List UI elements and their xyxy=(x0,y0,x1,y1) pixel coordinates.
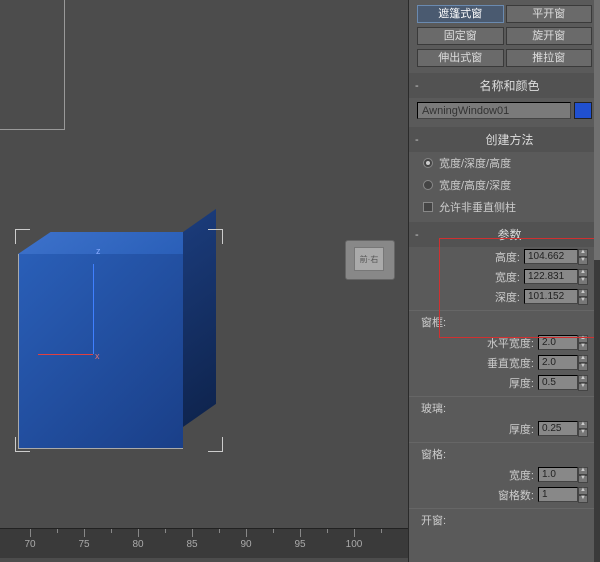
spinner-up[interactable]: ▲ xyxy=(578,289,588,297)
view-cube-face[interactable]: 前·右 xyxy=(354,247,384,271)
spinner-down[interactable]: ▼ xyxy=(578,363,588,371)
collapse-icon[interactable]: - xyxy=(415,80,425,92)
section-title: 参数 xyxy=(425,226,594,243)
spinner-down[interactable]: ▼ xyxy=(578,343,588,351)
selection-bracket xyxy=(15,229,30,244)
glass-thickness-label: 厚度: xyxy=(509,421,534,437)
spinner-up[interactable]: ▲ xyxy=(578,269,588,277)
collapse-icon[interactable]: - xyxy=(415,134,425,146)
checkbox-allow-nonvertical[interactable] xyxy=(423,202,433,212)
ruler-mark: 70 xyxy=(24,539,35,550)
ruler-mark: 95 xyxy=(294,539,305,550)
section-name-color[interactable]: - 名称和颜色 xyxy=(409,73,600,98)
ruler-mark: 75 xyxy=(78,539,89,550)
section-create-method[interactable]: - 创建方法 xyxy=(409,127,600,152)
radio-whd[interactable] xyxy=(423,180,433,190)
frame-hwidth-label: 水平宽度: xyxy=(487,335,534,351)
object-color-swatch[interactable] xyxy=(574,102,592,119)
window-type-projected[interactable]: 伸出式窗 xyxy=(417,49,504,67)
spinner-up[interactable]: ▲ xyxy=(578,355,588,363)
secondary-viewport-outline xyxy=(0,0,65,130)
collapse-icon[interactable]: - xyxy=(415,229,425,241)
window-type-fixed[interactable]: 固定窗 xyxy=(417,27,504,45)
spinner-down[interactable]: ▼ xyxy=(578,257,588,265)
grid-width-input[interactable] xyxy=(538,467,578,482)
checkbox-label: 允许非垂直侧柱 xyxy=(439,199,516,215)
frame-thickness-input[interactable] xyxy=(538,375,578,390)
view-cube[interactable]: 前·右 xyxy=(345,240,395,280)
grid-width-label: 宽度: xyxy=(509,467,534,483)
ruler-mark: 90 xyxy=(240,539,251,550)
param-width-label: 宽度: xyxy=(495,269,520,285)
param-width-input[interactable] xyxy=(524,269,578,284)
timeline-ruler[interactable]: 70 75 80 85 90 95 100 xyxy=(0,528,408,558)
param-depth-label: 深度: xyxy=(495,289,520,305)
group-open-window: 开窗: xyxy=(409,508,600,531)
cube-front-face xyxy=(18,254,183,449)
selection-bracket xyxy=(208,437,223,452)
section-title: 名称和颜色 xyxy=(425,77,594,94)
param-height-input[interactable] xyxy=(524,249,578,264)
param-depth-input[interactable] xyxy=(524,289,578,304)
spinner-up[interactable]: ▲ xyxy=(578,375,588,383)
ruler-mark: 80 xyxy=(132,539,143,550)
window-type-casement[interactable]: 平开窗 xyxy=(506,5,593,23)
spinner-down[interactable]: ▼ xyxy=(578,297,588,305)
gizmo-z-label: z xyxy=(96,246,101,256)
spinner-down[interactable]: ▼ xyxy=(578,383,588,391)
panel-scrollthumb[interactable] xyxy=(594,0,600,260)
command-panel: 遮篷式窗 平开窗 固定窗 旋开窗 伸出式窗 推拉窗 - 名称和颜色 - 创建方法… xyxy=(408,0,600,562)
frame-hwidth-input[interactable] xyxy=(538,335,578,350)
spinner-up[interactable]: ▲ xyxy=(578,487,588,495)
section-parameters[interactable]: - 参数 xyxy=(409,222,600,247)
group-grid: 窗格: xyxy=(409,442,600,465)
glass-thickness-input[interactable] xyxy=(538,421,578,436)
param-height-label: 高度: xyxy=(495,249,520,265)
radio-label: 宽度/高度/深度 xyxy=(439,177,511,193)
spinner-up[interactable]: ▲ xyxy=(578,467,588,475)
viewport[interactable]: z x 前·右 xyxy=(0,0,408,528)
frame-thickness-label: 厚度: xyxy=(509,375,534,391)
spinner-down[interactable]: ▼ xyxy=(578,429,588,437)
spinner-down[interactable]: ▼ xyxy=(578,475,588,483)
spinner-down[interactable]: ▼ xyxy=(578,495,588,503)
group-glass: 玻璃: xyxy=(409,396,600,419)
scene-object-cube[interactable]: z x xyxy=(18,254,216,449)
frame-vwidth-input[interactable] xyxy=(538,355,578,370)
panel-scrollbar[interactable] xyxy=(594,0,600,562)
spinner-down[interactable]: ▼ xyxy=(578,277,588,285)
radio-label: 宽度/深度/高度 xyxy=(439,155,511,171)
selection-bracket xyxy=(15,437,30,452)
gizmo-x-axis[interactable] xyxy=(38,354,93,355)
spinner-up[interactable]: ▲ xyxy=(578,249,588,257)
gizmo-x-label: x xyxy=(95,351,100,361)
spinner-up[interactable]: ▲ xyxy=(578,421,588,429)
grid-count-input[interactable] xyxy=(538,487,578,502)
ruler-mark: 85 xyxy=(186,539,197,550)
selection-bracket xyxy=(208,229,223,244)
object-name-input[interactable] xyxy=(417,102,571,119)
group-frame: 窗框: xyxy=(409,310,600,333)
frame-vwidth-label: 垂直宽度: xyxy=(487,355,534,371)
window-type-awning[interactable]: 遮篷式窗 xyxy=(417,5,504,23)
gizmo-z-axis[interactable] xyxy=(93,264,94,354)
window-type-pivoted[interactable]: 旋开窗 xyxy=(506,27,593,45)
window-type-sliding[interactable]: 推拉窗 xyxy=(506,49,593,67)
spinner-up[interactable]: ▲ xyxy=(578,335,588,343)
grid-count-label: 窗格数: xyxy=(498,487,534,503)
radio-wdh[interactable] xyxy=(423,158,433,168)
section-title: 创建方法 xyxy=(425,131,594,148)
ruler-mark: 100 xyxy=(346,539,363,550)
